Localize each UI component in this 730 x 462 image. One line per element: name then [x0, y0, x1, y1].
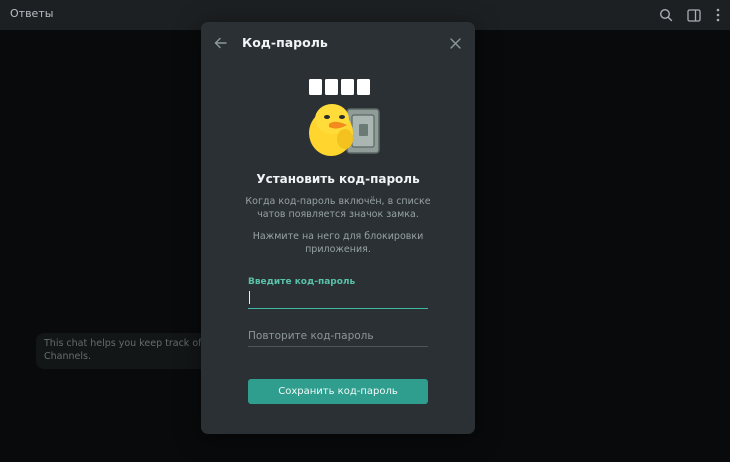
passcode-dialog: Код-пароль Установить код-пароль Когда к…	[201, 22, 475, 434]
passcode-field-label: Введите код-пароль	[248, 277, 356, 287]
sidebar-toggle-icon[interactable]	[684, 5, 704, 25]
text-caret	[249, 291, 250, 304]
dialog-title: Код-пароль	[242, 35, 328, 50]
duck-safe-sticker-icon	[309, 79, 380, 156]
close-icon[interactable]	[445, 33, 465, 53]
description-lock-icon: Когда код-пароль включён, в списке чатов…	[245, 196, 431, 220]
save-passcode-button[interactable]: Сохранить код-пароль	[248, 379, 428, 404]
description-tap-to-lock: Нажмите на него для блокировки приложени…	[252, 231, 424, 255]
repeat-passcode-placeholder: Повторите код-пароль	[248, 330, 374, 342]
back-arrow-icon[interactable]	[210, 33, 230, 53]
setup-heading: Установить код-пароль	[256, 172, 420, 186]
chat-title: Ответы	[10, 7, 54, 20]
repeat-passcode-input[interactable]: Повторите код-пароль	[248, 325, 428, 347]
passcode-input[interactable]	[248, 288, 428, 309]
more-vertical-icon[interactable]	[708, 5, 728, 25]
search-icon[interactable]	[656, 5, 676, 25]
